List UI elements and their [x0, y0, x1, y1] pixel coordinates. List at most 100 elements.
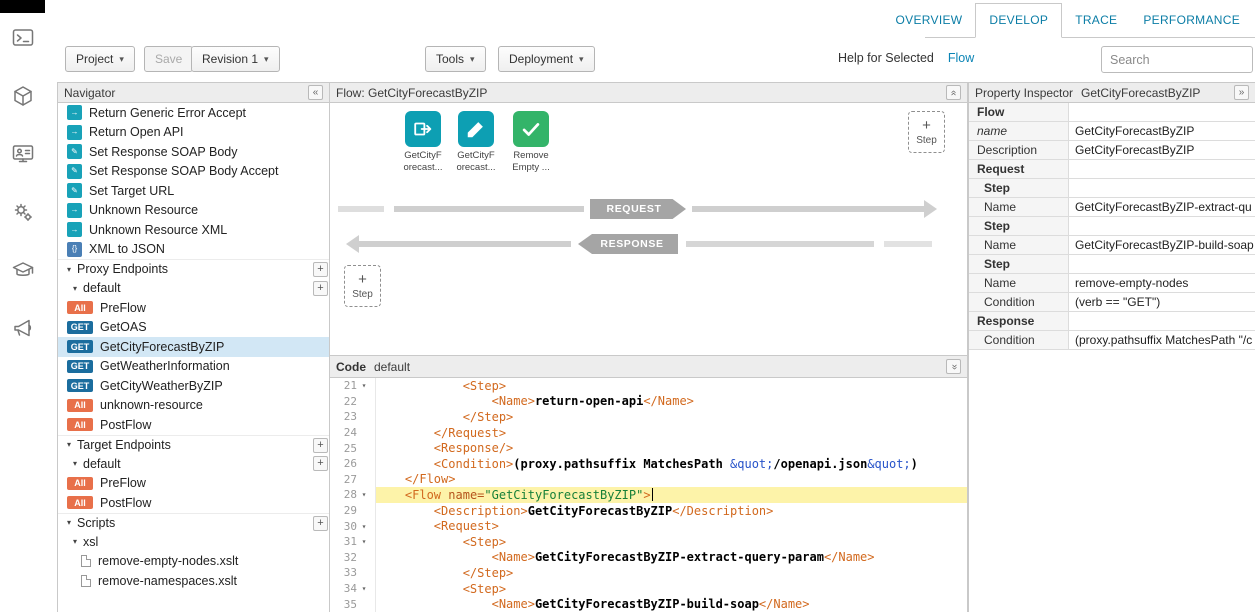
group-default[interactable]: ▾default+ [58, 454, 329, 474]
callout-policy-icon: → [67, 222, 82, 237]
property-value [1069, 312, 1255, 330]
endpoint-flow-item[interactable]: Allunknown-resource [58, 396, 329, 416]
collapse-flow-icon[interactable]: » [946, 85, 961, 100]
develop-screen-icon[interactable] [10, 141, 36, 167]
line-number: 31 [330, 535, 357, 548]
fold-marker-icon[interactable]: ▾ [357, 490, 371, 499]
add-button[interactable]: + [313, 456, 328, 471]
endpoint-flow-item[interactable]: GETGetOAS [58, 318, 329, 338]
file-label: remove-empty-nodes.xslt [98, 554, 238, 568]
flow-header: Flow: GetCityForecastByZIP » [330, 83, 967, 103]
script-file-item[interactable]: remove-empty-nodes.xslt [58, 552, 329, 572]
collapse-panel-icon[interactable]: « [308, 85, 323, 100]
endpoint-flow-item[interactable]: AllPostFlow [58, 493, 329, 513]
tree-caret-icon[interactable]: ▾ [67, 440, 71, 449]
add-step-button-bottom[interactable]: + Step [344, 265, 381, 307]
fold-marker-icon[interactable]: ▾ [357, 584, 371, 593]
line-number: 34 [330, 582, 357, 595]
project-button[interactable]: Project▾ [65, 46, 135, 72]
property-value[interactable]: (proxy.pathsuffix MatchesPath "/c [1069, 331, 1255, 349]
tab-develop[interactable]: DEVELOP [975, 3, 1062, 38]
section-target-endpoints[interactable]: ▾Target Endpoints+ [58, 435, 329, 455]
line-number: 26 [330, 457, 357, 470]
section-proxy-endpoints[interactable]: ▾ Proxy Endpoints + [58, 259, 329, 279]
help-flow-link[interactable]: Flow [948, 51, 974, 65]
property-label: Response [969, 312, 1069, 330]
toolbar: Project▾ Save Revision 1▾ Tools▾ Deploym… [45, 38, 1255, 82]
add-button[interactable]: + [313, 281, 328, 296]
file-icon [81, 575, 91, 587]
inspector-title: Property Inspector [975, 86, 1073, 100]
announcements-megaphone-icon[interactable] [10, 315, 36, 341]
code-line: 25 <Response/> [330, 440, 967, 456]
tab-overview[interactable]: OVERVIEW [883, 4, 976, 37]
add-button[interactable]: + [313, 262, 328, 277]
group-default[interactable]: ▾default+ [58, 279, 329, 299]
flow-step-edit[interactable]: GetCityForecast... [451, 111, 501, 174]
deployment-button[interactable]: Deployment▾ [498, 46, 595, 72]
group-xsl[interactable]: ▾xsl [58, 532, 329, 552]
tools-button[interactable]: Tools▾ [425, 46, 486, 72]
save-button[interactable]: Save [144, 46, 193, 72]
line-number: 21 [330, 379, 357, 392]
file-icon [81, 555, 91, 567]
tree-caret-icon[interactable]: ▾ [67, 518, 71, 527]
policy-item[interactable]: ✎Set Target URL [58, 181, 329, 201]
policy-item[interactable]: {}XML to JSON [58, 240, 329, 260]
flow-panel: Flow: GetCityForecastByZIP » GetCityFore… [330, 82, 968, 355]
property-label: Name [969, 198, 1069, 216]
policy-item[interactable]: →Unknown Resource XML [58, 220, 329, 240]
property-value[interactable]: GetCityForecastByZIP-extract-qu [1069, 198, 1255, 216]
endpoint-flow-item[interactable]: AllPreFlow [58, 474, 329, 494]
policy-item[interactable]: ✎Set Response SOAP Body [58, 142, 329, 162]
endpoint-flow-item[interactable]: AllPostFlow [58, 415, 329, 435]
fold-marker-icon[interactable]: ▾ [357, 381, 371, 390]
flow-item-label: GetOAS [100, 320, 147, 334]
learn-cap-icon[interactable] [10, 257, 36, 283]
property-value[interactable]: GetCityForecastByZIP [1069, 141, 1255, 159]
tree-caret-icon[interactable]: ▾ [73, 537, 77, 546]
inspector-property-row: NameGetCityForecastByZIP-extract-qu [969, 198, 1255, 217]
search-input[interactable] [1101, 46, 1253, 73]
property-value[interactable]: remove-empty-nodes [1069, 274, 1255, 292]
admin-gears-icon[interactable] [10, 199, 36, 225]
verb-badge: GET [67, 340, 93, 353]
collapse-code-icon[interactable]: » [946, 359, 961, 374]
endpoint-flow-item[interactable]: AllPreFlow [58, 298, 329, 318]
fold-marker-icon[interactable]: ▾ [357, 522, 371, 531]
policy-item[interactable]: →Return Open API [58, 123, 329, 143]
add-step-button-top[interactable]: + Step [908, 111, 945, 153]
tree-caret-icon[interactable]: ▾ [73, 459, 77, 468]
tab-trace[interactable]: TRACE [1062, 4, 1130, 37]
policy-item[interactable]: →Unknown Resource [58, 201, 329, 221]
code-editor[interactable]: 21▾ <Step>22 <Name>return-open-api</Name… [330, 378, 967, 612]
tree-caret-icon[interactable]: ▾ [73, 284, 77, 293]
top-tabs: OVERVIEWDEVELOPTRACEPERFORMANCE [925, 0, 1255, 38]
expand-panel-icon[interactable]: » [1234, 85, 1249, 100]
property-value[interactable]: GetCityForecastByZIP [1069, 122, 1255, 140]
policy-item[interactable]: →Return Generic Error Accept [58, 103, 329, 123]
edit-step-icon [458, 111, 494, 147]
section-scripts[interactable]: ▾Scripts+ [58, 513, 329, 533]
verb-badge: All [67, 301, 93, 314]
api-proxies-icon[interactable] [10, 83, 36, 109]
revision-button[interactable]: Revision 1▾ [191, 46, 280, 72]
tab-performance[interactable]: PERFORMANCE [1130, 4, 1253, 37]
add-button[interactable]: + [313, 516, 328, 531]
plus-icon: + [358, 272, 367, 287]
endpoint-flow-item[interactable]: GETGetCityForecastByZIP [58, 337, 329, 357]
terminal-icon[interactable] [10, 25, 36, 51]
script-file-item[interactable]: remove-namespaces.xslt [58, 571, 329, 591]
endpoint-flow-item[interactable]: GETGetWeatherInformation [58, 357, 329, 377]
property-value[interactable]: GetCityForecastByZIP-build-soap [1069, 236, 1255, 254]
tree-caret-icon[interactable]: ▾ [67, 265, 71, 274]
policy-item[interactable]: ✎Set Response SOAP Body Accept [58, 162, 329, 182]
fold-marker-icon[interactable]: ▾ [357, 537, 371, 546]
add-button[interactable]: + [313, 438, 328, 453]
flow-step-export[interactable]: GetCityForecast... [398, 111, 448, 174]
property-value[interactable]: (verb == "GET") [1069, 293, 1255, 311]
endpoint-flow-item[interactable]: GETGetCityWeatherByZIP [58, 376, 329, 396]
section-label: Proxy Endpoints [77, 262, 168, 276]
code-subtitle: default [374, 360, 410, 374]
flow-step-check[interactable]: RemoveEmpty ... [506, 111, 556, 174]
